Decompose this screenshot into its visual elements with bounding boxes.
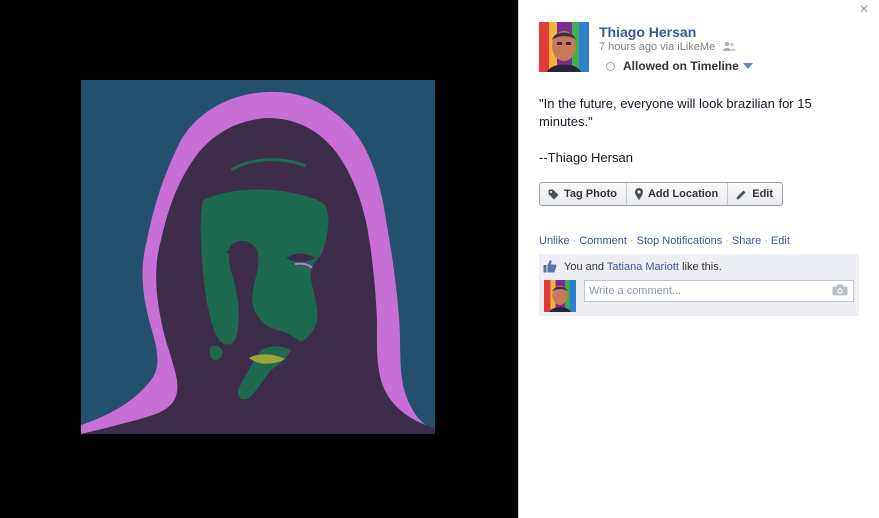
tag-icon <box>548 189 559 199</box>
post-via: via iLikeMe <box>660 41 716 53</box>
edit-label: Edit <box>752 188 774 200</box>
author-name[interactable]: Thiago Hersan <box>599 24 696 40</box>
likes-and-comments: You and Tatiana Mariott like this. <box>539 254 859 316</box>
post-side-panel: × Thiago Hersan 7 hours ago via iLikeMe <box>518 0 879 518</box>
like-suffix: like this. <box>682 261 722 273</box>
post-time[interactable]: 7 hours ago <box>599 41 657 53</box>
like-prefix: You and <box>564 261 604 273</box>
location-pin-icon <box>634 188 643 200</box>
timeline-visibility-dropdown[interactable]: Allowed on Timeline <box>606 59 753 73</box>
commenter-avatar[interactable] <box>544 280 576 312</box>
camera-icon[interactable] <box>832 284 848 296</box>
pop-art-portrait <box>81 80 435 434</box>
edit-link[interactable]: Edit <box>771 235 790 247</box>
photo-action-bar: Tag Photo Add Location Edit <box>539 182 784 206</box>
caret-down-icon <box>742 63 753 69</box>
tag-photo-label: Tag Photo <box>564 188 617 200</box>
photo[interactable] <box>81 80 435 434</box>
stop-notifications-link[interactable]: Stop Notifications <box>637 235 723 247</box>
pencil-icon <box>736 190 746 199</box>
tag-photo-button[interactable]: Tag Photo <box>540 183 626 205</box>
post-actions-links: Unlike · Comment · Stop Notifications · Share ·… <box>539 235 790 247</box>
comment-field[interactable] <box>584 280 854 302</box>
photo-caption: "In the future, everyone will look brazi… <box>539 95 859 185</box>
share-link[interactable]: Share <box>732 235 761 247</box>
add-location-button[interactable]: Add Location <box>625 183 727 205</box>
avatar[interactable] <box>539 22 589 72</box>
post-meta: 7 hours ago via iLikeMe <box>599 41 737 53</box>
unlike-link[interactable]: Unlike <box>539 235 570 247</box>
thumbs-up-icon <box>543 260 557 273</box>
circle-icon <box>606 62 615 71</box>
caption-attribution: --Thiago Hersan <box>539 150 633 165</box>
close-icon[interactable]: × <box>857 2 871 18</box>
comment-input[interactable] <box>585 281 825 301</box>
edit-button[interactable]: Edit <box>727 183 782 205</box>
caption-quote: "In the future, everyone will look brazi… <box>539 96 812 129</box>
like-summary: You and Tatiana Mariott like this. <box>543 259 722 273</box>
liker-name-link[interactable]: Tatiana Mariott <box>607 261 679 273</box>
comment-link[interactable]: Comment <box>579 235 627 247</box>
visibility-label: Allowed on Timeline <box>623 59 739 73</box>
add-location-label: Add Location <box>647 188 719 200</box>
friends-icon <box>723 41 737 51</box>
photo-viewer-stage <box>0 0 518 518</box>
